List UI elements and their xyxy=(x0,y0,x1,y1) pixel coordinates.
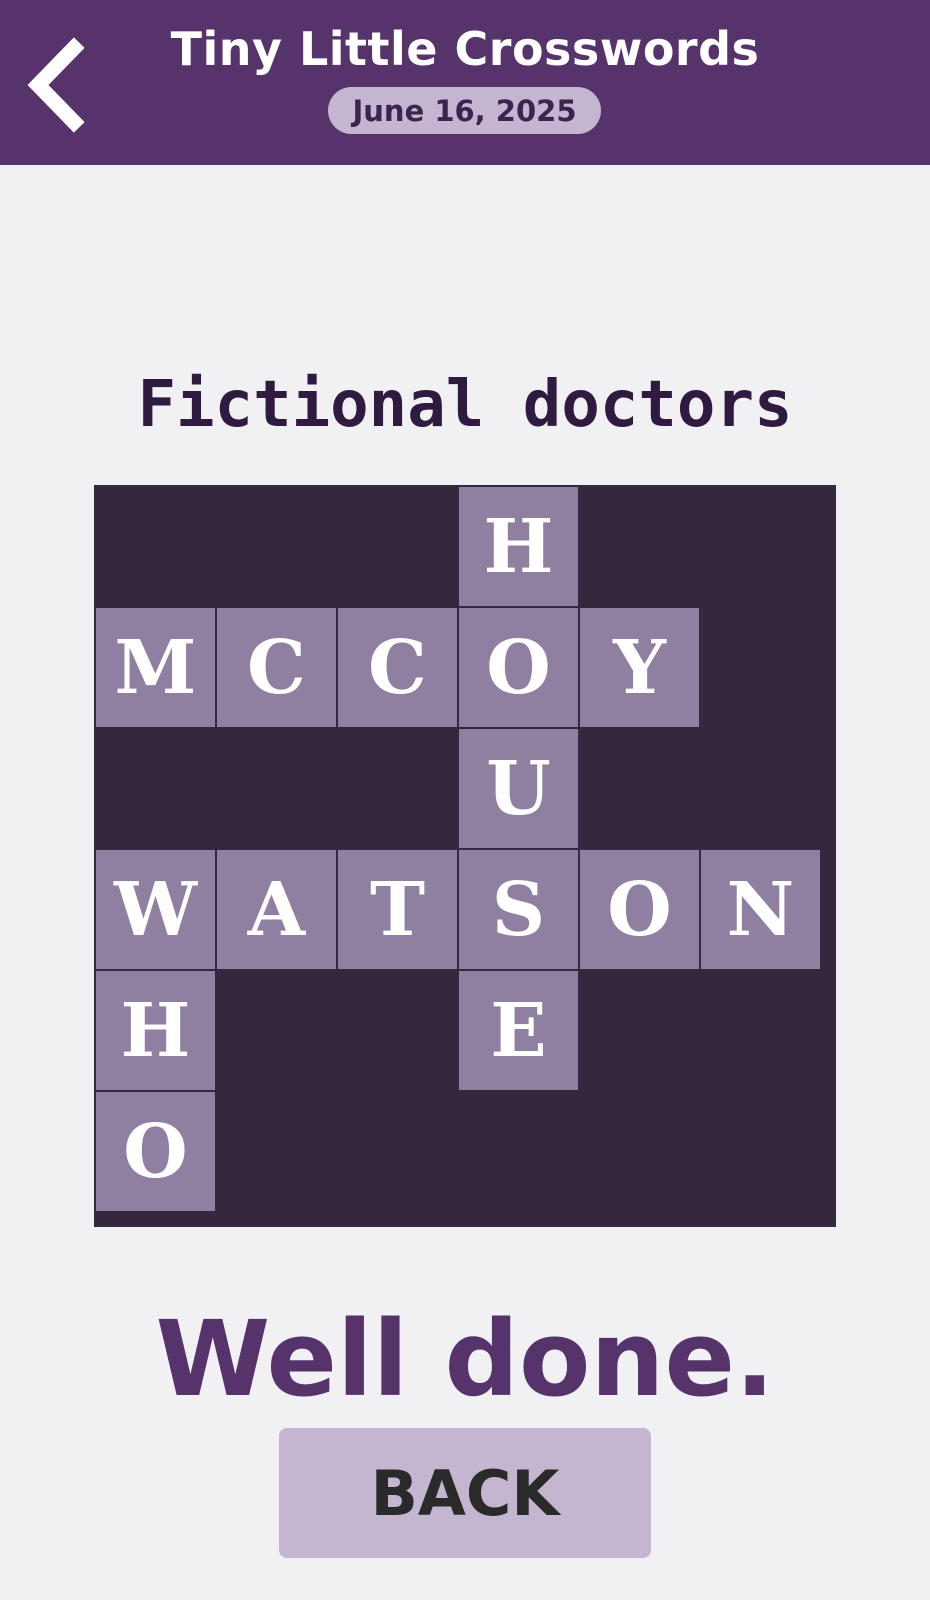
app-title: Tiny Little Crosswords xyxy=(170,22,760,76)
puzzle-title: Fictional doctors xyxy=(137,368,793,442)
grid-cell-r1-c3[interactable]: O xyxy=(459,608,578,727)
grid-cell-r4-c3[interactable]: E xyxy=(459,971,578,1090)
grid-cell-r3-c2[interactable]: T xyxy=(338,850,457,969)
grid-cell-r1-c4[interactable]: Y xyxy=(580,608,699,727)
back-button[interactable]: BACK xyxy=(279,1428,651,1558)
crossword-grid: HMCCOYUWATSONHEO xyxy=(94,485,836,1227)
completion-message: Well done. xyxy=(155,1298,775,1420)
grid-cell-r4-c0[interactable]: H xyxy=(96,971,215,1090)
grid-cell-r3-c1[interactable]: A xyxy=(217,850,336,969)
grid-cell-r3-c5[interactable]: N xyxy=(701,850,820,969)
grid-cell-r0-c3[interactable]: H xyxy=(459,487,578,606)
grid-cell-r3-c3[interactable]: S xyxy=(459,850,578,969)
grid-cell-r1-c2[interactable]: C xyxy=(338,608,457,727)
grid-cell-r1-c0[interactable]: M xyxy=(96,608,215,727)
grid-cell-r5-c0[interactable]: O xyxy=(96,1092,215,1211)
grid-cell-r1-c1[interactable]: C xyxy=(217,608,336,727)
app-header: Tiny Little Crosswords June 16, 2025 xyxy=(0,0,930,165)
grid-cell-r2-c3[interactable]: U xyxy=(459,729,578,848)
grid-cell-r3-c0[interactable]: W xyxy=(96,850,215,969)
date-badge: June 16, 2025 xyxy=(328,87,601,134)
grid-cell-r3-c4[interactable]: O xyxy=(580,850,699,969)
